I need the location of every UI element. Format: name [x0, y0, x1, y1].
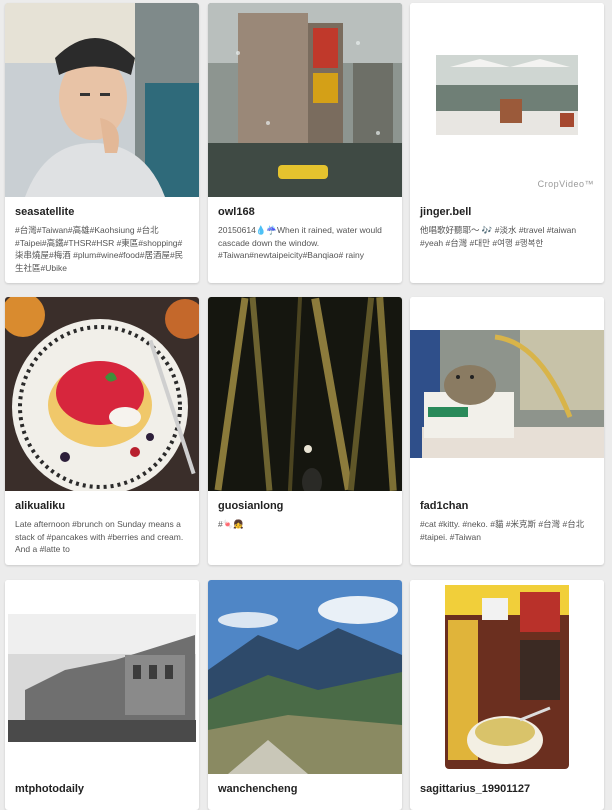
post-username[interactable]: guosianlong: [218, 500, 392, 512]
post-photo-mountains[interactable]: [208, 580, 402, 774]
post-caption: #cat #kitty. #neko. #貓 #米克斯 #台灣 #台北 #tai…: [420, 519, 585, 542]
post-card[interactable]: wanchencheng: [208, 580, 402, 810]
post-card[interactable]: owl168 20150614💧☔When it rained, water w…: [208, 3, 402, 283]
post-username[interactable]: seasatellite: [15, 206, 189, 218]
post-username[interactable]: jinger.bell: [420, 206, 594, 218]
post-photo-outdoor-cafe[interactable]: CropVideo™: [410, 3, 604, 197]
post-card[interactable]: seasatellite #台灣#Taiwan#高雄#Kaohsiung #台北…: [5, 3, 199, 283]
post-username[interactable]: wanchencheng: [218, 783, 392, 795]
post-caption: 20150614💧☔When it rained, water would ca…: [218, 225, 382, 260]
post-photo-bamboo-forest[interactable]: [208, 297, 402, 491]
post-photo-old-street[interactable]: [5, 580, 199, 774]
post-caption: Late afternoon #brunch on Sunday means a…: [15, 519, 184, 554]
post-caption: 他唱歌好聽耶～ 🎶 #淡水 #travel #taiwan #yeah #台灣 …: [420, 225, 577, 248]
post-card[interactable]: guosianlong #🍬👧: [208, 297, 402, 565]
post-username[interactable]: owl168: [218, 206, 392, 218]
post-username[interactable]: alikualiku: [15, 500, 189, 512]
post-username[interactable]: sagittarius_19901127: [420, 783, 594, 795]
post-username[interactable]: mtphotodaily: [15, 783, 189, 795]
post-caption: #🍬👧: [218, 519, 244, 529]
post-card[interactable]: alikualiku Late afternoon #brunch on Sun…: [5, 297, 199, 565]
post-photo-rainy-city[interactable]: [208, 3, 402, 197]
post-photo-selfie[interactable]: [5, 3, 199, 197]
post-photo-lemon-drink-shop[interactable]: [410, 580, 604, 774]
post-caption: #台灣#Taiwan#高雄#Kaohsiung #台北#Taipei#高鐵#TH…: [15, 225, 184, 273]
post-card[interactable]: mtphotodaily: [5, 580, 199, 810]
post-photo-cat-in-box[interactable]: [410, 297, 604, 491]
post-card[interactable]: CropVideo™ jinger.bell 他唱歌好聽耶～ 🎶 #淡水 #tr…: [410, 3, 604, 283]
photo-feed-grid: seasatellite #台灣#Taiwan#高雄#Kaohsiung #台北…: [0, 0, 612, 810]
post-card[interactable]: sagittarius_19901127: [410, 580, 604, 810]
post-card[interactable]: fad1chan #cat #kitty. #neko. #貓 #米克斯 #台灣…: [410, 297, 604, 565]
cropvideo-watermark: CropVideo™: [537, 179, 594, 189]
post-photo-pancakes[interactable]: [5, 297, 199, 491]
post-username[interactable]: fad1chan: [420, 500, 594, 512]
